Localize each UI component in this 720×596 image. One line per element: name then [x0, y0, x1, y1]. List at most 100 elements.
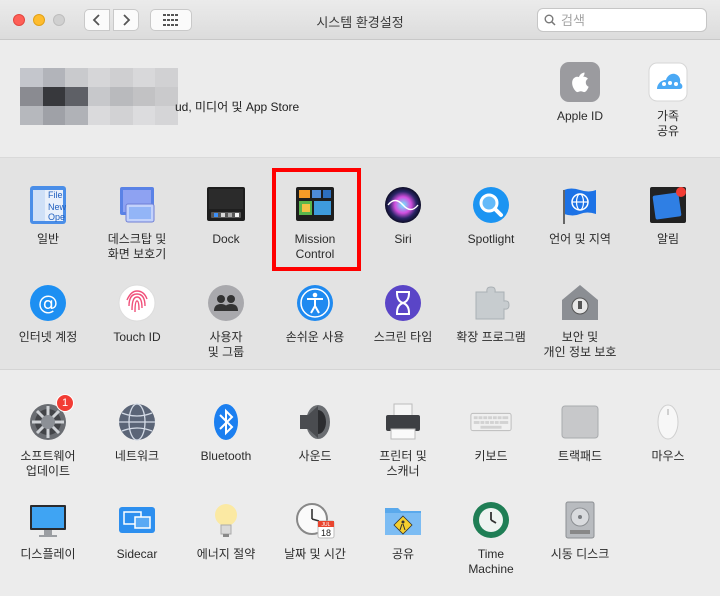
bluetooth-icon [204, 400, 248, 444]
pane-keyboard[interactable]: 키보드 [446, 400, 536, 464]
network-icon [115, 400, 159, 444]
pane-energy-saver[interactable]: 에너지 절약 [181, 498, 271, 562]
notifications-icon [646, 183, 690, 227]
pane-label: 알림 [656, 232, 680, 246]
search-icon [544, 14, 556, 26]
startup-disk-icon [558, 498, 602, 542]
users-groups-icon [204, 281, 248, 325]
language-region-icon [558, 183, 602, 227]
pane-label: 사용자 및 그룹 [207, 330, 245, 359]
sound-icon [293, 400, 337, 444]
pane-date-time[interactable]: JUL 18 날짜 및 시간 [270, 498, 360, 562]
pane-displays[interactable]: 디스플레이 [3, 498, 93, 562]
mission-control-highlight [272, 168, 361, 271]
pane-label: 마우스 [651, 449, 685, 463]
energy-saver-icon [204, 498, 248, 542]
calendar-day: 18 [321, 528, 331, 538]
accessibility-icon [293, 281, 337, 325]
pane-label: 데스크탑 및 화면 보호기 [107, 232, 167, 261]
keyboard-icon [469, 400, 513, 444]
pane-label: Time Machine [468, 547, 514, 576]
pane-accessibility[interactable]: 손쉬운 사용 [270, 281, 360, 345]
dock-icon [204, 183, 248, 227]
pane-spotlight[interactable]: Spotlight [446, 183, 536, 247]
pane-label: 키보드 [474, 449, 508, 463]
search-field[interactable] [537, 8, 707, 32]
siri-icon [381, 183, 425, 227]
pane-touch-id[interactable]: Touch ID [92, 281, 182, 345]
pane-siri[interactable]: Siri [358, 183, 448, 247]
pane-trackpad[interactable]: 트랙패드 [535, 400, 625, 464]
family-sharing-label: 가족 공유 [656, 109, 680, 138]
date-time-icon: JUL 18 [293, 498, 337, 542]
general-icon: File New Ope [26, 183, 70, 227]
pane-language-region[interactable]: 언어 및 지역 [535, 183, 625, 247]
pane-extensions[interactable]: 확장 프로그램 [446, 281, 536, 345]
time-machine-icon [469, 498, 513, 542]
pane-label: 날짜 및 시간 [284, 547, 346, 561]
pane-label: 사운드 [298, 449, 332, 463]
pane-label: 소프트웨어 업데이트 [20, 449, 76, 478]
svg-text:Ope: Ope [48, 212, 65, 222]
apple-id-label: Apple ID [556, 109, 604, 123]
pane-security-privacy[interactable]: 보안 및 개인 정보 보호 [535, 281, 625, 360]
touch-id-icon [115, 281, 159, 325]
sidecar-icon [115, 498, 159, 542]
pane-label: 시동 디스크 [550, 547, 610, 561]
pane-software-update[interactable]: 1 소프트웨어 업데이트 [3, 394, 93, 479]
apple-id-icon [558, 60, 602, 104]
pane-label: 디스플레이 [20, 547, 76, 561]
pane-sharing[interactable]: 공유 [358, 498, 448, 562]
pane-bluetooth[interactable]: Bluetooth [181, 400, 271, 464]
pane-label: 트랙패드 [557, 449, 603, 463]
extensions-icon [469, 281, 513, 325]
svg-text:File: File [48, 190, 63, 200]
pane-users-groups[interactable]: 사용자 및 그룹 [181, 281, 271, 360]
pane-startup-disk[interactable]: 시동 디스크 [535, 498, 625, 562]
pane-label: 인터넷 계정 [18, 330, 78, 344]
pane-label: 보안 및 개인 정보 보호 [543, 330, 617, 359]
trackpad-icon [558, 400, 602, 444]
pane-label: 언어 및 지역 [549, 232, 611, 246]
printers-scanners-icon [381, 400, 425, 444]
pane-label: Bluetooth [200, 449, 252, 463]
pane-label: 에너지 절약 [196, 547, 256, 561]
search-input[interactable] [561, 12, 701, 28]
pane-label: Siri [394, 232, 412, 246]
account-section: ud, 미디어 및 App Store Apple ID 가족 공유 [0, 41, 720, 158]
internet-accounts-icon: @ [26, 281, 70, 325]
pane-network[interactable]: 네트워크 [92, 400, 182, 464]
pane-label: 공유 [391, 547, 415, 561]
apple-id-pane[interactable]: Apple ID [535, 60, 625, 124]
mouse-icon [646, 400, 690, 444]
family-sharing-pane[interactable]: 가족 공유 [623, 60, 713, 139]
pane-time-machine[interactable]: Time Machine [446, 498, 536, 577]
pane-sound[interactable]: 사운드 [270, 400, 360, 464]
pane-general[interactable]: File New Ope 일반 [3, 183, 93, 247]
spotlight-icon [469, 183, 513, 227]
family-sharing-icon [646, 60, 690, 104]
pane-label: 네트워크 [114, 449, 160, 463]
desktop-screensaver-icon [115, 183, 159, 227]
svg-text:New: New [48, 202, 67, 212]
pane-desktop-screensaver[interactable]: 데스크탑 및 화면 보호기 [92, 183, 182, 262]
pane-screen-time[interactable]: 스크린 타임 [358, 281, 448, 345]
pane-label: Touch ID [113, 330, 161, 344]
pane-label: 일반 [36, 232, 60, 246]
pane-dock[interactable]: Dock [181, 183, 271, 247]
pane-printers-scanners[interactable]: 프린터 및 스캐너 [358, 400, 448, 479]
avatar[interactable] [20, 68, 178, 125]
pane-label: Sidecar [116, 547, 158, 561]
pane-sidecar[interactable]: Sidecar [92, 498, 182, 562]
security-privacy-icon [558, 281, 602, 325]
pane-label: 손쉬운 사용 [285, 330, 345, 344]
pane-label: 확장 프로그램 [456, 330, 526, 344]
update-count-badge: 1 [56, 394, 74, 412]
sharing-icon [381, 498, 425, 542]
pane-label: 프린터 및 스캐너 [379, 449, 427, 478]
pane-label: 스크린 타임 [373, 330, 433, 344]
pane-notifications[interactable]: 알림 [623, 183, 713, 247]
pane-internet-accounts[interactable]: @ 인터넷 계정 [3, 281, 93, 345]
displays-icon [26, 498, 70, 542]
pane-mouse[interactable]: 마우스 [623, 400, 713, 464]
